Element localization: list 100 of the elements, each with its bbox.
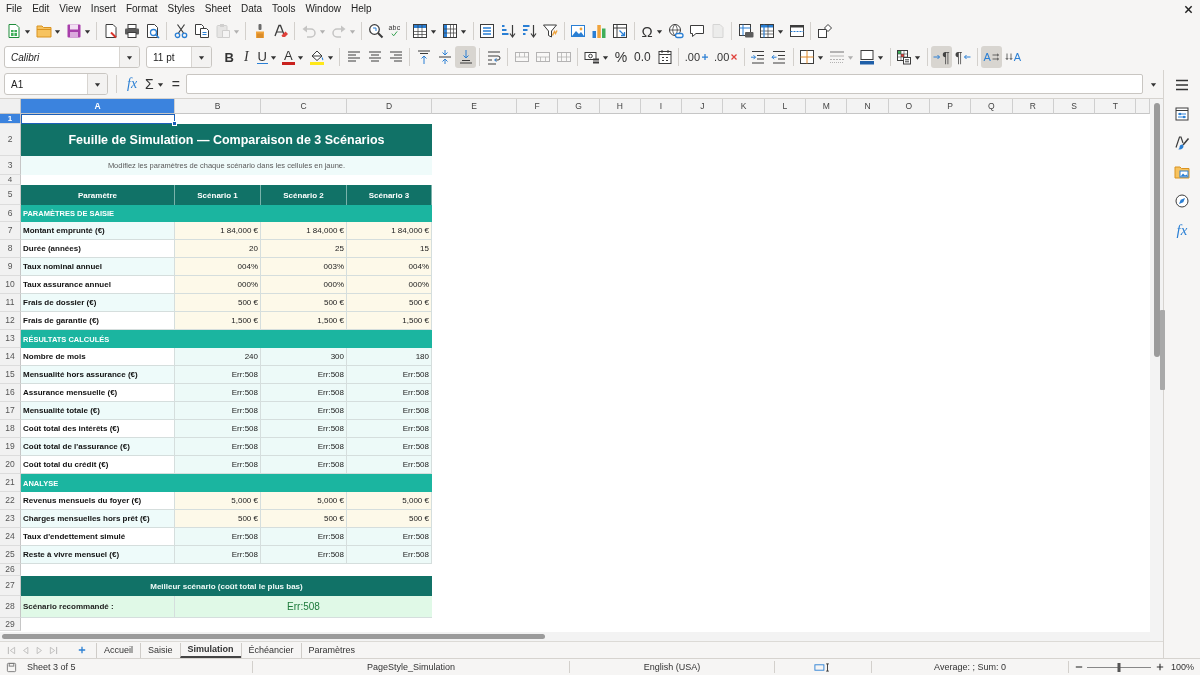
row-header[interactable]: 21 — [0, 474, 21, 492]
caret-icon — [232, 27, 240, 35]
column-header[interactable]: O — [888, 99, 930, 114]
dropdown-button[interactable] — [119, 47, 139, 67]
menu-item[interactable]: Styles — [162, 2, 200, 16]
row-header[interactable]: 19 — [0, 438, 21, 456]
sheet-tab[interactable]: Échéancier — [240, 642, 301, 658]
menu-item[interactable]: Help — [346, 2, 377, 16]
column-header[interactable]: D — [347, 99, 432, 114]
row-header[interactable]: 11 — [0, 294, 21, 312]
align-bottom-button[interactable] — [455, 46, 477, 68]
row-header[interactable]: 8 — [0, 240, 21, 258]
underline-button[interactable]: U — [254, 46, 280, 68]
text-vertical-button[interactable]: A — [1002, 46, 1024, 68]
column-header[interactable]: I — [640, 99, 683, 114]
percent-format-button[interactable]: % — [611, 46, 631, 68]
delete-decimal-button[interactable]: .00 — [711, 46, 741, 68]
function-wizard-button[interactable]: fx — [125, 74, 140, 94]
italic-button[interactable]: I — [238, 46, 255, 68]
sheet-tab[interactable]: Paramètres — [300, 642, 363, 658]
column-header[interactable]: S — [1053, 99, 1096, 114]
sum-button[interactable]: Σ — [143, 74, 166, 94]
column-header[interactable]: C — [261, 99, 347, 114]
column-header[interactable]: B — [175, 99, 261, 114]
row-header[interactable]: 29 — [0, 618, 21, 631]
row-header[interactable]: 12 — [0, 312, 21, 330]
functions-tab[interactable]: fx — [1169, 218, 1195, 242]
menu-item[interactable]: View — [54, 2, 86, 16]
row-header[interactable]: 14 — [0, 348, 21, 366]
right-to-left-button[interactable]: ¶ — [952, 46, 974, 68]
row-header[interactable]: 27 — [0, 576, 21, 596]
row-header[interactable]: 13 — [0, 330, 21, 348]
sidebar-handle[interactable] — [1160, 310, 1165, 390]
row-header[interactable]: 18 — [0, 420, 21, 438]
menu-item[interactable]: Format — [120, 2, 163, 16]
row-header[interactable]: 25 — [0, 546, 21, 564]
column-header[interactable]: N — [847, 99, 889, 114]
cell-reference-field[interactable]: A1 — [4, 73, 108, 95]
sheet-tab[interactable]: Accueil — [96, 642, 140, 658]
special-character-button[interactable]: Ω — [637, 20, 666, 42]
menu-item[interactable]: Window — [300, 2, 346, 16]
column-header[interactable]: M — [806, 99, 848, 114]
caret-icon — [53, 27, 61, 35]
column-header[interactable]: H — [599, 99, 641, 114]
selection-mode-icon[interactable] — [814, 662, 832, 672]
row-header[interactable]: 24 — [0, 528, 21, 546]
column-header[interactable]: F — [517, 99, 559, 114]
row-header[interactable]: 26 — [0, 564, 21, 576]
fill-handle[interactable] — [172, 121, 177, 126]
formula-input-field[interactable] — [185, 74, 1143, 94]
column-header[interactable]: A — [21, 99, 175, 114]
column-header[interactable]: T — [1095, 99, 1137, 114]
left-to-right-button[interactable]: ¶ — [930, 46, 953, 68]
sheet-tab[interactable]: Simulation — [179, 642, 241, 658]
row-header[interactable]: 7 — [0, 222, 21, 240]
column-header[interactable]: L — [764, 99, 807, 114]
menu-item[interactable]: Data — [235, 2, 268, 16]
column-header[interactable]: R — [1012, 99, 1054, 114]
close-button[interactable] — [1183, 4, 1193, 14]
menu-item[interactable]: Edit — [27, 2, 55, 16]
menu-item[interactable]: Sheet — [199, 2, 236, 16]
row-header[interactable]: 10 — [0, 276, 21, 294]
row-header[interactable]: 6 — [0, 205, 21, 222]
sheet-tab[interactable]: Saisie — [140, 642, 180, 658]
column-header[interactable]: Q — [971, 99, 1013, 114]
row-header[interactable]: 5 — [0, 185, 21, 205]
bold-button[interactable]: B — [220, 46, 239, 68]
menu-item[interactable]: Tools — [267, 2, 301, 16]
number-format-button[interactable]: 0.0 — [630, 46, 655, 68]
row-header[interactable]: 16 — [0, 384, 21, 402]
formula-button[interactable]: = — [169, 74, 182, 94]
column-header[interactable]: P — [929, 99, 972, 114]
row-header[interactable]: 20 — [0, 456, 21, 474]
row-header[interactable]: 23 — [0, 510, 21, 528]
dropdown-button[interactable] — [191, 47, 211, 67]
row-header[interactable]: 28 — [0, 596, 21, 618]
column-header[interactable]: E — [432, 99, 517, 114]
row-header[interactable]: 9 — [0, 258, 21, 276]
row-header[interactable]: 3 — [0, 156, 21, 175]
row-header[interactable]: 2 — [0, 124, 21, 156]
row-header[interactable]: 4 — [0, 175, 21, 185]
row-header[interactable]: 22 — [0, 492, 21, 510]
menu-item[interactable]: Insert — [85, 2, 121, 16]
slider-thumb[interactable] — [1117, 662, 1121, 672]
add-decimal-button[interactable]: .00 — [682, 46, 712, 68]
font-name-field[interactable]: Calibri — [4, 46, 140, 68]
font-color-button[interactable]: A — [279, 46, 307, 68]
column-header[interactable]: J — [682, 99, 724, 114]
column-header[interactable]: G — [558, 99, 600, 114]
scrollbar-thumb[interactable] — [1153, 103, 1160, 357]
row-header[interactable]: 17 — [0, 402, 21, 420]
row-header[interactable]: 15 — [0, 366, 21, 384]
menu-item[interactable]: File — [1, 2, 28, 16]
row-header[interactable]: 1 — [0, 114, 21, 124]
column-header[interactable]: K — [723, 99, 765, 114]
zoom-in-button[interactable] — [1154, 661, 1165, 673]
scrollbar-thumb[interactable] — [2, 634, 545, 639]
font-size-field[interactable]: 11 pt — [146, 46, 212, 68]
dropdown-button[interactable] — [87, 74, 107, 94]
indent-decrease-icon — [771, 49, 788, 65]
